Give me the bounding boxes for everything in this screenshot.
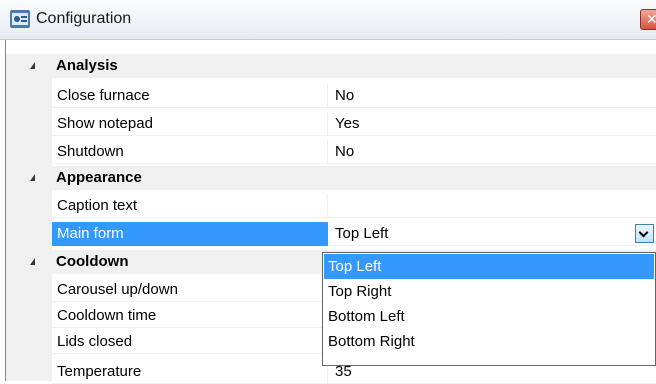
- category-label: Cooldown: [56, 253, 129, 270]
- main-form-dropdown-list[interactable]: Top Left Top Right Bottom Left Bottom Ri…: [322, 252, 656, 366]
- main-form-combobox[interactable]: Top Left: [328, 222, 656, 246]
- app-config-icon: [10, 10, 30, 28]
- property-name: Close furnace: [52, 84, 328, 108]
- property-name: Caption text: [52, 194, 328, 218]
- option-top-right[interactable]: Top Right: [324, 279, 654, 304]
- property-row-shutdown[interactable]: Shutdown No: [6, 140, 656, 164]
- property-name: Show notepad: [52, 112, 328, 136]
- property-name: Lids closed: [52, 330, 328, 354]
- dropdown-button[interactable]: [635, 224, 654, 243]
- property-value[interactable]: No: [328, 84, 656, 108]
- category-appearance[interactable]: Appearance: [6, 166, 656, 190]
- property-value[interactable]: [328, 194, 656, 218]
- property-name: Main form: [52, 222, 328, 246]
- close-icon: ✕: [646, 11, 656, 27]
- category-label: Analysis: [56, 57, 118, 74]
- category-analysis[interactable]: Analysis: [6, 54, 656, 78]
- combobox-value[interactable]: Top Left: [335, 222, 388, 245]
- chevron-down-icon: [638, 227, 649, 238]
- title-bar: Configuration ✕: [0, 0, 656, 40]
- option-top-left[interactable]: Top Left: [324, 254, 654, 279]
- collapse-icon[interactable]: [30, 174, 35, 181]
- property-name: Carousel up/down: [52, 278, 328, 302]
- collapse-icon[interactable]: [30, 258, 35, 265]
- property-name: Temperature: [52, 360, 328, 384]
- property-row-main-form[interactable]: Main form Top Left: [6, 222, 656, 246]
- option-bottom-left[interactable]: Bottom Left: [324, 304, 654, 329]
- property-name: Cooldown time: [52, 304, 328, 328]
- close-button[interactable]: ✕: [640, 9, 656, 30]
- category-label: Appearance: [56, 169, 142, 186]
- collapse-icon[interactable]: [30, 62, 35, 69]
- window-title: Configuration: [36, 10, 132, 27]
- property-name: Shutdown: [52, 140, 328, 164]
- option-bottom-right[interactable]: Bottom Right: [324, 329, 654, 354]
- property-value[interactable]: No: [328, 140, 656, 164]
- property-row-caption-text[interactable]: Caption text: [6, 194, 656, 218]
- property-row-close-furnace[interactable]: Close furnace No: [6, 84, 656, 108]
- property-value[interactable]: Yes: [328, 112, 656, 136]
- property-row-show-notepad[interactable]: Show notepad Yes: [6, 112, 656, 136]
